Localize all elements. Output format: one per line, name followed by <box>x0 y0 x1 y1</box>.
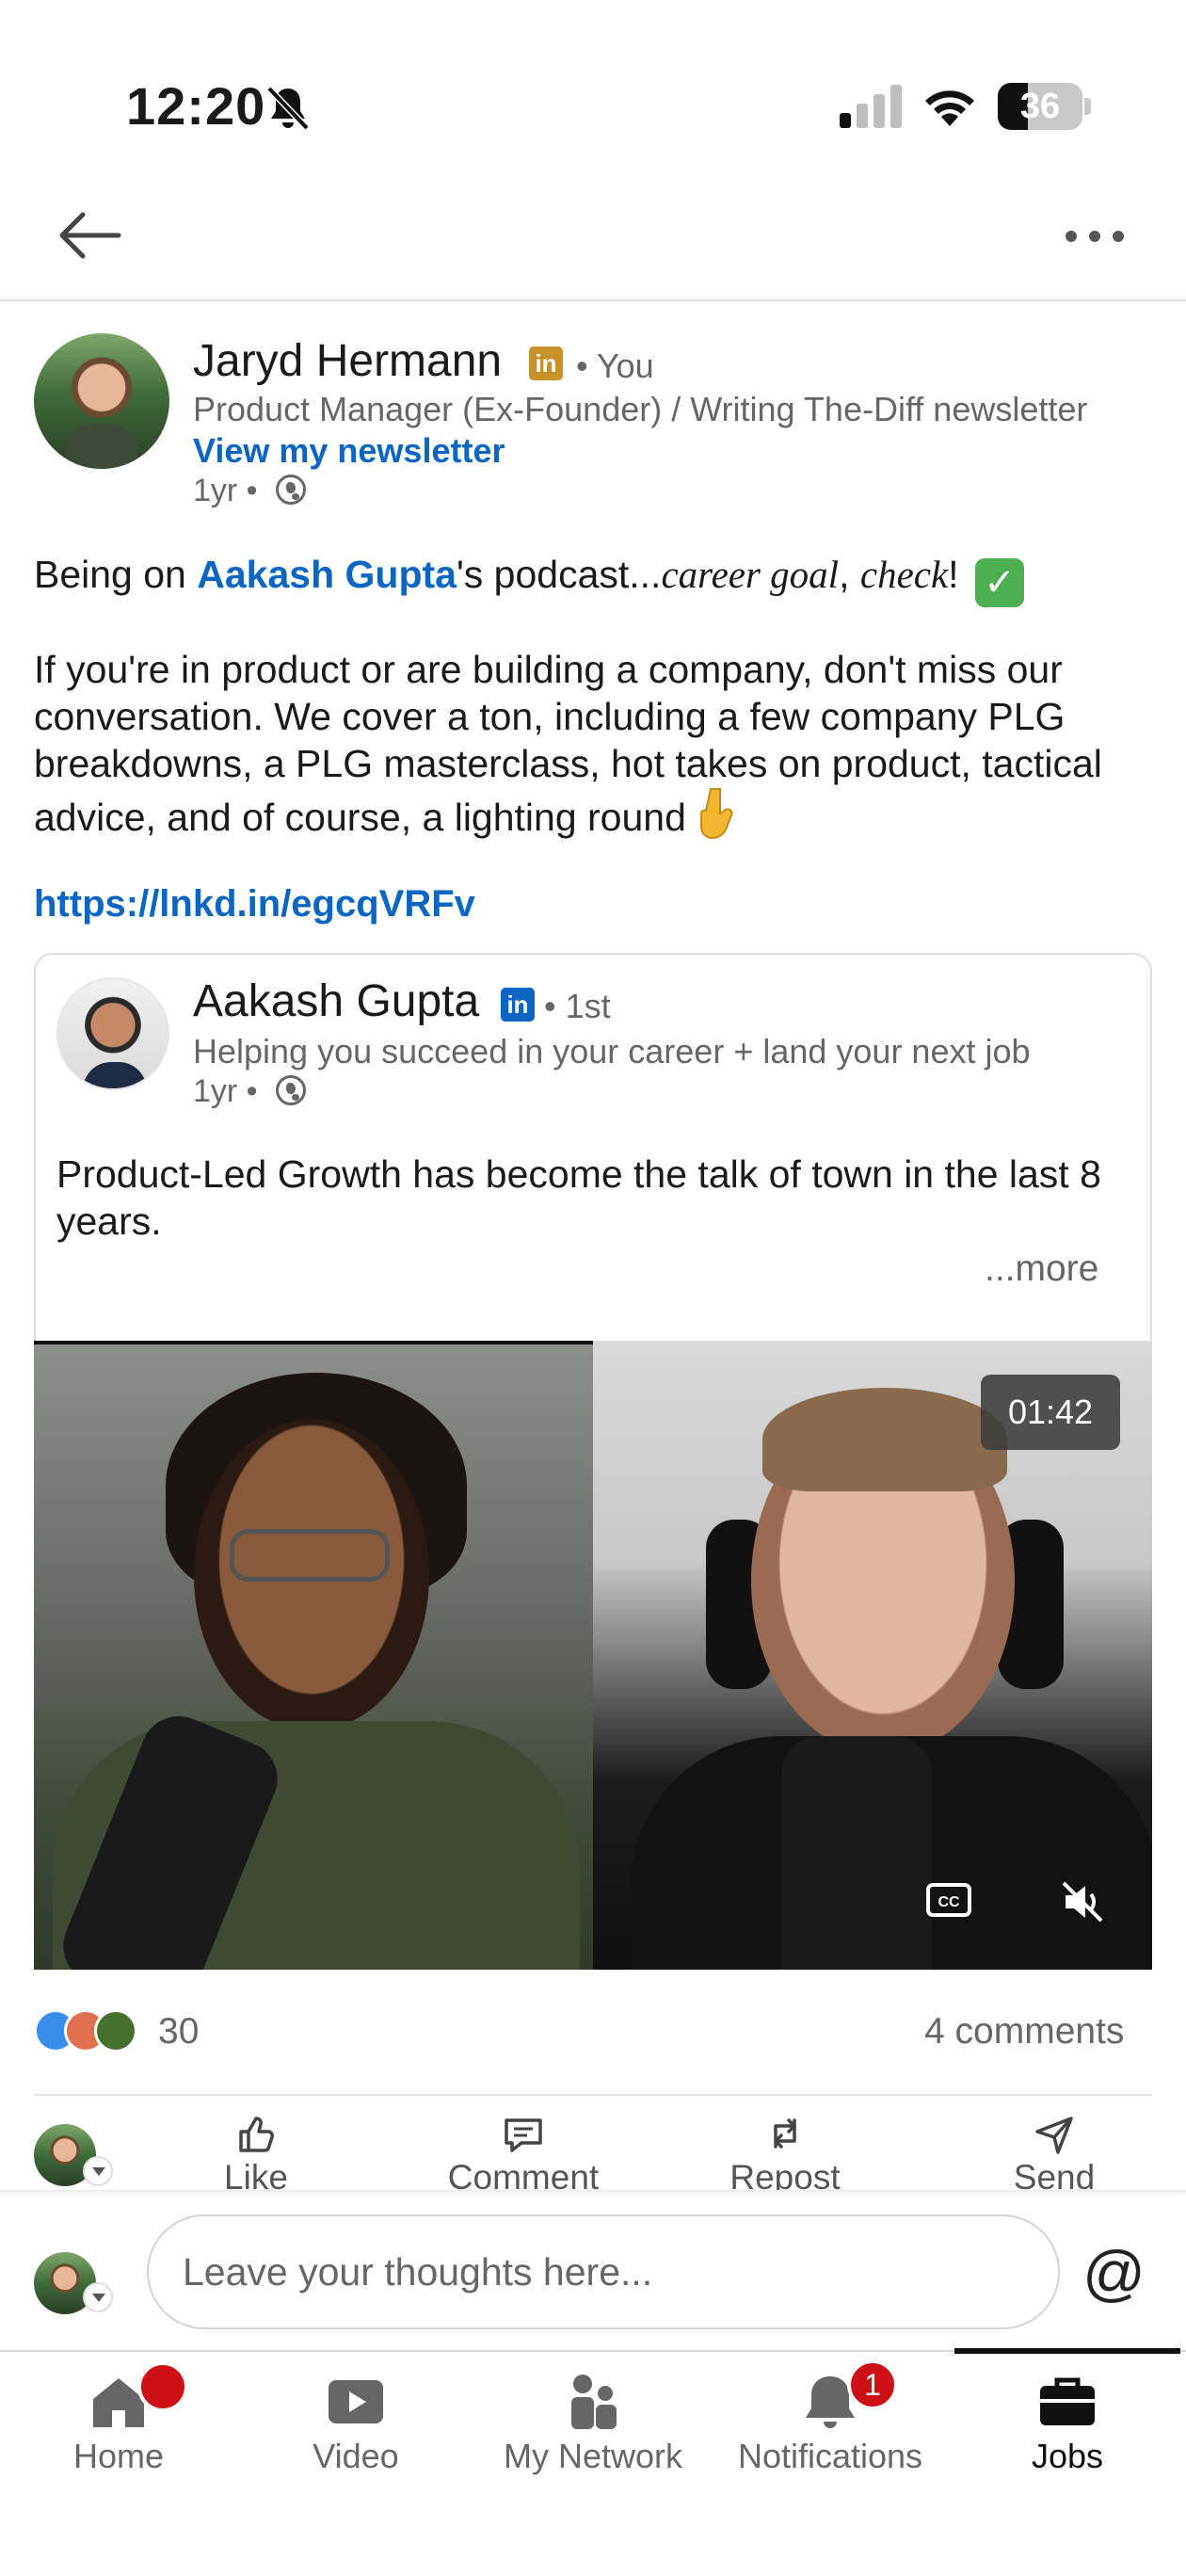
newsletter-link[interactable]: View my newsletter <box>193 431 505 471</box>
support-reaction-icon <box>94 2009 137 2053</box>
battery-icon: 36 <box>998 83 1092 130</box>
arrow-left-icon[interactable] <box>55 209 122 262</box>
nav-my-network-label: My Network <box>503 2437 683 2475</box>
linkedin-premium-icon: in <box>529 346 563 380</box>
shared-author-connection: • 1st <box>544 987 611 1025</box>
chevron-down-icon[interactable] <box>83 2282 113 2312</box>
composer-shadow <box>0 2190 1186 2198</box>
video-frame-left <box>34 1341 593 1970</box>
bell-off-icon <box>266 86 310 131</box>
reaction-count[interactable]: 30 <box>158 2011 199 2053</box>
shared-post-text: Product-Led Growth has become the talk o… <box>56 1152 1101 1243</box>
nav-active-indicator <box>954 2348 1180 2354</box>
nav-home-label: Home <box>72 2437 165 2475</box>
svg-text:CC: CC <box>938 1894 960 1910</box>
notifications-badge: 1 <box>847 2359 898 2410</box>
send-icon <box>1035 2117 1073 2154</box>
post-url-link[interactable]: https://lnkd.in/egcqVRFv <box>34 883 475 926</box>
post-time: 1yr • <box>193 473 258 508</box>
battery-level: 36 <box>1019 87 1061 126</box>
comments-count[interactable]: 4 comments <box>924 2011 1124 2053</box>
linkedin-icon: in <box>501 988 535 1022</box>
send-button[interactable]: Send <box>960 2107 1148 2197</box>
speaker-muted-icon[interactable] <box>1060 1879 1105 1924</box>
repost-icon <box>774 2118 796 2149</box>
post-text-line1: Being on Aakash Gupta's podcast...career… <box>34 551 1154 607</box>
globe-icon <box>276 1075 306 1105</box>
network-icon <box>571 2375 617 2429</box>
wifi-icon <box>925 90 974 126</box>
shared-author-headline: Helping you succeed in your career + lan… <box>193 1032 1031 1071</box>
shared-post-time: 1yr • <box>193 1073 258 1109</box>
nav-jobs[interactable]: Jobs <box>949 2356 1186 2478</box>
comment-button[interactable]: Comment <box>429 2107 617 2197</box>
author-connection: • You <box>576 346 654 385</box>
shared-author-avatar[interactable] <box>56 977 169 1090</box>
nav-notifications[interactable]: Notifications <box>712 2356 949 2478</box>
briefcase-icon <box>1040 2377 1095 2425</box>
see-more-link[interactable]: ...more <box>985 1248 1098 1290</box>
nav-jobs-label: Jobs <box>1031 2437 1104 2475</box>
like-button[interactable]: Like <box>162 2107 350 2197</box>
author-headline: Product Manager (Ex-Founder) / Writing T… <box>193 390 1088 428</box>
mention-at-icon[interactable]: @ <box>1082 2237 1146 2309</box>
nav-video-label: Video <box>313 2437 399 2475</box>
comment-input[interactable] <box>147 2214 1060 2329</box>
reaction-icons[interactable] <box>34 2009 147 2054</box>
signal-icon <box>840 85 902 128</box>
nav-my-network[interactable]: My Network <box>474 2356 712 2478</box>
comment-icon <box>505 2118 542 2152</box>
nav-notifications-label: Notifications <box>737 2437 923 2475</box>
video-icon <box>329 2380 383 2423</box>
author-avatar[interactable] <box>34 333 169 469</box>
author-name[interactable]: Jaryd Hermann <box>193 335 502 387</box>
nav-home[interactable]: Home <box>0 2356 237 2478</box>
thumbs-up-icon <box>239 2117 274 2152</box>
shared-author-name[interactable]: Aakash Gupta <box>193 975 479 1027</box>
header-divider <box>0 299 1186 301</box>
status-time: 12:20 <box>126 76 266 136</box>
globe-icon <box>276 475 306 505</box>
pointing-down-icon <box>699 788 733 840</box>
repost-button[interactable]: Repost <box>691 2107 879 2197</box>
check-mark-icon: ✓ <box>974 558 1024 607</box>
video-duration: 01:42 <box>981 1375 1120 1450</box>
social-divider <box>34 2094 1152 2096</box>
home-dot-badge <box>137 2361 188 2412</box>
nav-video[interactable]: Video <box>237 2356 474 2478</box>
chevron-down-icon[interactable] <box>83 2156 113 2186</box>
ellipsis-icon[interactable] <box>1062 222 1128 250</box>
post-text-paragraph: If you're in product or are building a c… <box>34 648 1102 840</box>
cc-icon[interactable]: CC <box>926 1883 971 1917</box>
mention-link[interactable]: Aakash Gupta <box>197 553 457 596</box>
